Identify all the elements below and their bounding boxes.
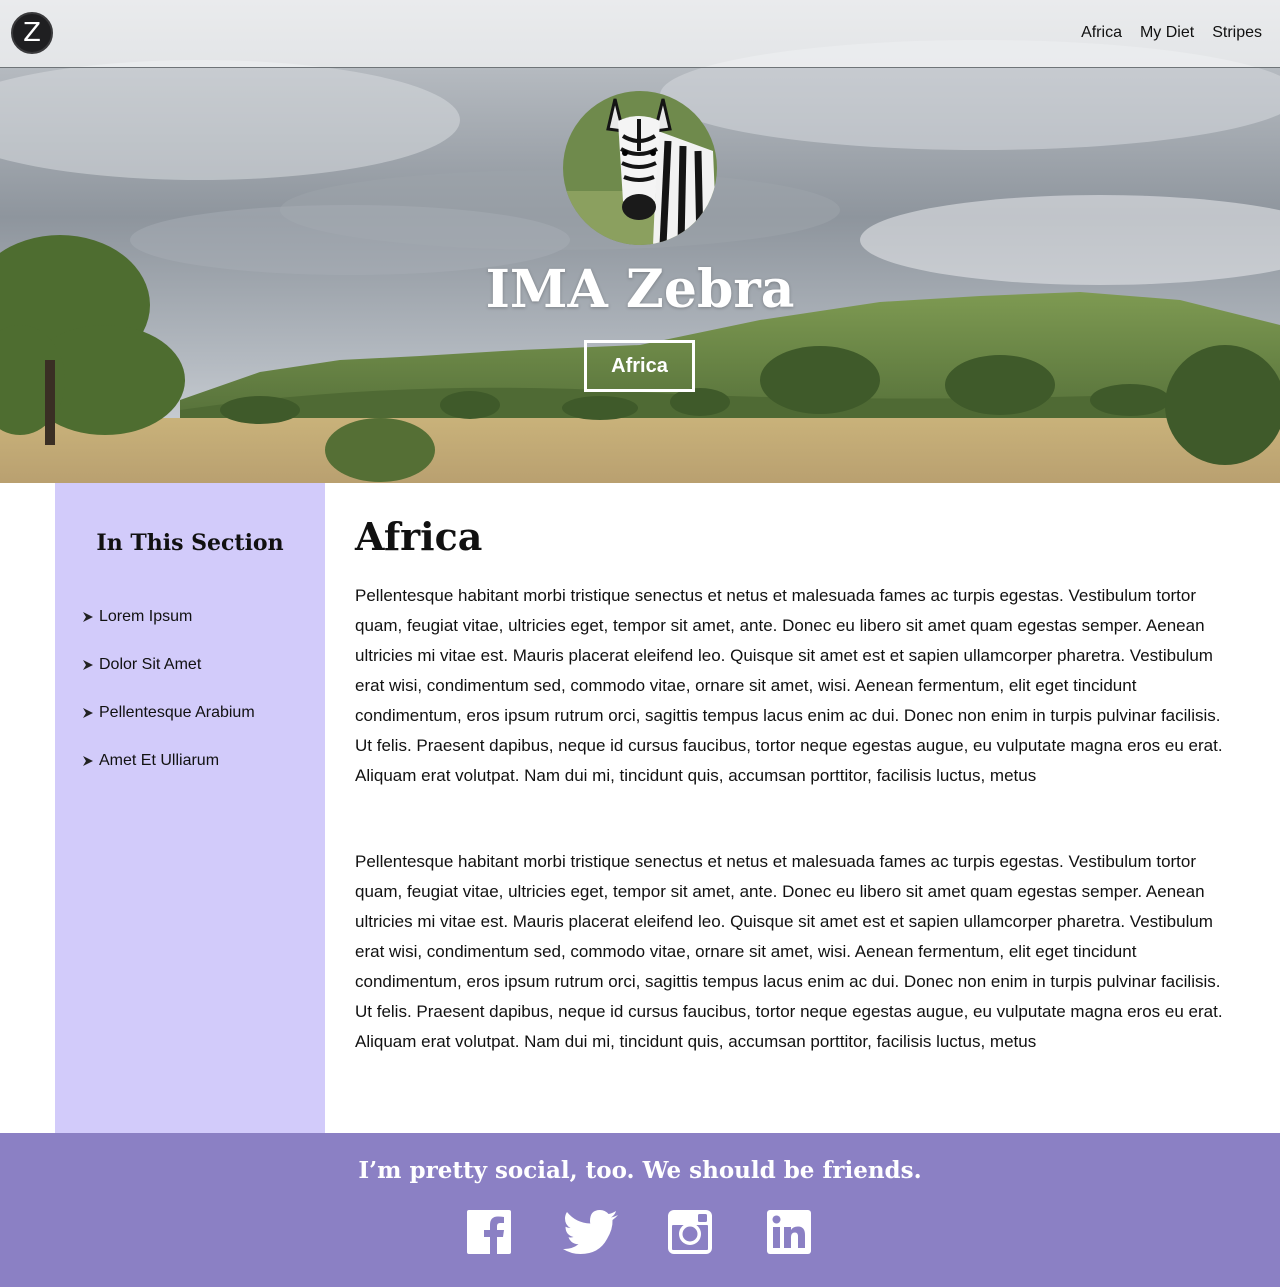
sidebar-item-label: Dolor Sit Amet bbox=[99, 656, 202, 673]
twitter-icon[interactable] bbox=[563, 1209, 619, 1255]
linkedin-icon[interactable] bbox=[766, 1209, 812, 1255]
sidebar-item-amet-et-ulliarum[interactable]: Amet Et Ulliarum bbox=[83, 737, 255, 785]
caret-right-icon bbox=[83, 756, 93, 766]
sidebar-list: Lorem Ipsum Dolor Sit Amet Pellentesque … bbox=[83, 593, 255, 785]
sidebar-item-dolor-sit-amet[interactable]: Dolor Sit Amet bbox=[83, 641, 255, 689]
hero-title: IMA Zebra bbox=[485, 259, 795, 320]
body-paragraph: Pellentesque habitant morbi tristique se… bbox=[355, 852, 1223, 1051]
zebra-avatar bbox=[563, 91, 717, 245]
top-navigation-bar: Z Africa My Diet Stripes bbox=[0, 0, 1280, 68]
nav-links: Africa My Diet Stripes bbox=[1081, 22, 1262, 44]
caret-right-icon bbox=[83, 708, 93, 718]
footer-tagline: I’m pretty social, too. We should be fri… bbox=[358, 1157, 922, 1184]
body-paragraph: Pellentesque habitant morbi tristique se… bbox=[355, 586, 1223, 785]
nav-link-my-diet[interactable]: My Diet bbox=[1140, 22, 1194, 44]
sidebar-item-pellentesque-arabium[interactable]: Pellentesque Arabium bbox=[83, 689, 255, 737]
sidebar-item-label: Amet Et Ulliarum bbox=[99, 752, 220, 769]
sidebar-item-lorem-ipsum[interactable]: Lorem Ipsum bbox=[83, 593, 255, 641]
sidebar-title: In This Section bbox=[96, 530, 284, 556]
hero-banner: Z Africa My Diet Stripes IMA Zebra Afric… bbox=[0, 0, 1280, 483]
footer: I’m pretty social, too. We should be fri… bbox=[0, 1133, 1280, 1287]
main-content: Africa Pellentesque habitant morbi trist… bbox=[355, 483, 1230, 1133]
instagram-icon[interactable] bbox=[667, 1209, 713, 1255]
nav-link-africa[interactable]: Africa bbox=[1081, 22, 1122, 44]
caret-right-icon bbox=[83, 612, 93, 622]
caret-right-icon bbox=[83, 660, 93, 670]
facebook-icon[interactable] bbox=[466, 1209, 512, 1255]
page-title: Africa bbox=[355, 514, 483, 559]
sidebar: In This Section Lorem Ipsum Dolor Sit Am… bbox=[55, 483, 325, 1133]
sidebar-item-label: Lorem Ipsum bbox=[99, 608, 193, 625]
hero-africa-button[interactable]: Africa bbox=[584, 340, 695, 392]
sidebar-item-label: Pellentesque Arabium bbox=[99, 704, 255, 721]
nav-link-stripes[interactable]: Stripes bbox=[1212, 22, 1262, 44]
logo[interactable]: Z bbox=[11, 12, 53, 54]
